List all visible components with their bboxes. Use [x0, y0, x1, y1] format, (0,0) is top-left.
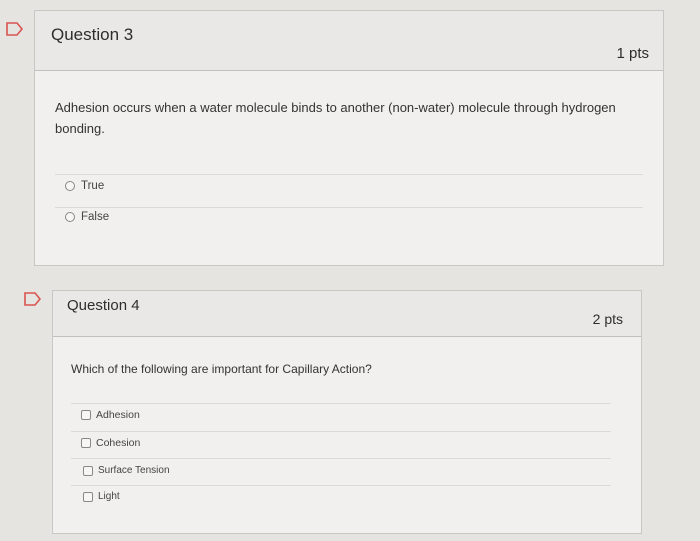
option-divider — [71, 403, 611, 404]
option-divider — [55, 174, 643, 175]
option-label: False — [81, 211, 110, 223]
option-divider — [71, 431, 611, 432]
question-text: Adhesion occurs when a water molecule bi… — [55, 100, 616, 136]
question-title: Question 3 — [51, 25, 134, 44]
answer-option-false[interactable]: False — [65, 211, 109, 223]
question-title: Question 4 — [67, 297, 140, 314]
checkbox[interactable] — [81, 410, 91, 420]
option-label: True — [81, 180, 105, 192]
flag-icon[interactable] — [6, 22, 24, 36]
option-label: Light — [98, 491, 120, 502]
option-divider — [71, 458, 611, 459]
option-divider — [71, 485, 611, 486]
radio-button[interactable] — [65, 181, 75, 191]
checkbox[interactable] — [83, 465, 93, 476]
answer-option-surface-tension[interactable]: Surface Tension — [83, 465, 170, 476]
answer-option-cohesion[interactable]: Cohesion — [81, 437, 140, 449]
checkbox[interactable] — [83, 491, 93, 502]
question-card-4: Question 4 2 pts Which of the following … — [52, 290, 642, 534]
flag-icon[interactable] — [24, 292, 42, 306]
checkbox[interactable] — [81, 438, 91, 448]
question-card-3: Question 3 1 pts Adhesion occurs when a … — [34, 10, 664, 266]
question-header: Question 4 2 pts — [53, 291, 641, 337]
option-label: Adhesion — [96, 409, 140, 421]
option-divider — [55, 207, 643, 208]
answer-option-adhesion[interactable]: Adhesion — [81, 409, 140, 421]
option-label: Cohesion — [96, 437, 141, 449]
option-label: Surface Tension — [98, 465, 170, 476]
radio-button[interactable] — [65, 212, 75, 222]
question-points: 1 pts — [616, 45, 649, 62]
answer-option-true[interactable]: True — [65, 180, 104, 192]
question-header: Question 3 1 pts — [35, 11, 663, 71]
question-text: Which of the following are important for… — [71, 362, 372, 376]
answer-option-light[interactable]: Light — [83, 491, 120, 502]
question-points: 2 pts — [592, 311, 623, 327]
